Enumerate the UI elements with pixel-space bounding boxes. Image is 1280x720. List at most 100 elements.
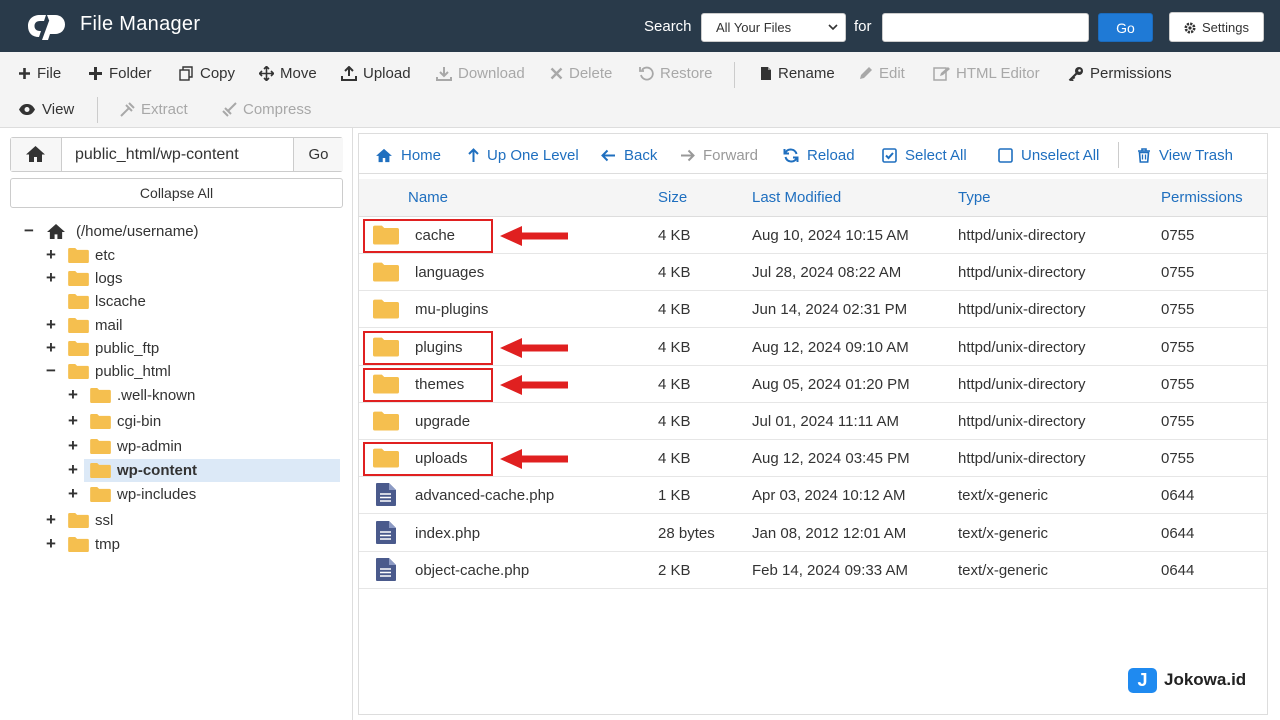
nav-back-button[interactable]: Back: [601, 145, 657, 165]
table-row[interactable]: themes 4 KB Aug 05, 2024 01:20 PM httpd/uni…: [359, 366, 1267, 403]
tree-toggle[interactable]: +: [44, 534, 58, 554]
rename-label: Rename: [778, 64, 835, 82]
compress-button[interactable]: Compress: [222, 98, 311, 120]
new-folder-button[interactable]: Folder: [88, 62, 152, 84]
nav-home-button[interactable]: Home: [375, 145, 441, 165]
collapse-all-button[interactable]: Collapse All: [10, 178, 343, 208]
table-row[interactable]: object-cache.php 2 KB Feb 14, 2024 09:33 A…: [359, 552, 1267, 589]
file-size: 4 KB: [658, 227, 691, 244]
extract-button[interactable]: Extract: [120, 98, 188, 120]
gear-icon: [1184, 22, 1196, 34]
tree-item-wp-admin[interactable]: + wp-admin: [66, 435, 182, 457]
tree-toggle[interactable]: +: [66, 385, 80, 405]
path-input[interactable]: public_html/wp-content: [75, 146, 239, 164]
tree-toggle[interactable]: +: [44, 245, 58, 265]
edit-button[interactable]: Edit: [858, 62, 905, 84]
file-text-icon: [376, 483, 396, 507]
download-button[interactable]: Download: [436, 62, 525, 84]
tree-item-lscache[interactable]: lscache: [44, 290, 146, 312]
tree-item-public-html[interactable]: − public_html: [44, 360, 171, 382]
restore-button[interactable]: Restore: [639, 62, 713, 84]
tree-item-label: wp-includes: [117, 485, 197, 503]
folder-icon: [373, 300, 399, 319]
file-name[interactable]: languages: [415, 264, 484, 281]
tree-item-well-known[interactable]: + .well-known: [66, 384, 195, 406]
tree-item-public-ftp[interactable]: + public_ftp: [44, 337, 159, 359]
tree-item-home[interactable]: − (/home/username): [22, 220, 199, 242]
tree-item-wp-content[interactable]: + wp-content: [66, 459, 197, 481]
file-name[interactable]: object-cache.php: [415, 562, 529, 579]
tree-toggle[interactable]: +: [66, 460, 80, 480]
column-size-header[interactable]: Size: [658, 189, 687, 206]
search-go-button[interactable]: Go: [1098, 13, 1153, 42]
tree-item-wp-includes[interactable]: + wp-includes: [66, 483, 196, 505]
upload-icon: [341, 65, 357, 81]
copy-button[interactable]: Copy: [179, 62, 235, 84]
table-row[interactable]: mu-plugins 4 KB Jun 14, 2024 02:31 PM httpd…: [359, 291, 1267, 329]
table-row[interactable]: uploads 4 KB Aug 12, 2024 03:45 PM httpd/un…: [359, 440, 1267, 478]
column-type-header[interactable]: Type: [958, 189, 991, 206]
tree-toggle[interactable]: +: [66, 436, 80, 456]
tree-item-logs[interactable]: + logs: [44, 267, 123, 289]
file-permissions: 0644: [1161, 487, 1195, 505]
settings-button[interactable]: Settings: [1169, 12, 1264, 42]
tree-toggle[interactable]: +: [44, 315, 58, 335]
search-scope-select[interactable]: All Your Files: [701, 13, 846, 42]
column-modified-header[interactable]: Last Modified: [752, 189, 841, 206]
home-icon: [26, 146, 45, 162]
column-name-header[interactable]: Name: [408, 189, 448, 206]
tree-toggle[interactable]: −: [22, 221, 36, 241]
nav-view-trash-button[interactable]: View Trash: [1137, 145, 1233, 165]
file-name[interactable]: advanced-cache.php: [415, 487, 554, 504]
tree-toggle[interactable]: +: [44, 338, 58, 358]
file-type: text/x-generic: [958, 487, 1049, 505]
table-row[interactable]: languages 4 KB Jul 28, 2024 08:22 AM httpd/…: [359, 254, 1267, 292]
table-row[interactable]: cache 4 KB Aug 10, 2024 10:15 AM httpd/unix…: [359, 217, 1267, 254]
rename-button[interactable]: Rename: [760, 62, 835, 84]
file-name[interactable]: mu-plugins: [415, 301, 488, 318]
tree-toggle[interactable]: +: [44, 268, 58, 288]
nav-select-all-button[interactable]: Select All: [882, 145, 967, 165]
file-name[interactable]: upgrade: [415, 413, 470, 430]
nav-forward-button[interactable]: Forward: [680, 145, 758, 165]
tree-item-mail[interactable]: + mail: [44, 314, 122, 336]
tree-item-ssl[interactable]: + ssl: [44, 509, 113, 531]
tree-item-cgi-bin[interactable]: + cgi-bin: [66, 410, 161, 432]
nav-forward-label: Forward: [703, 146, 759, 164]
folder-icon: [90, 486, 111, 502]
file-permissions: 0755: [1161, 450, 1195, 468]
new-file-button[interactable]: File: [18, 62, 61, 84]
toolbar: File Folder Copy Move Upload Download De…: [0, 52, 1280, 128]
settings-label: Settings: [1202, 20, 1249, 35]
nav-unselect-all-button[interactable]: Unselect All: [998, 145, 1099, 165]
path-go-button[interactable]: Go: [293, 138, 343, 171]
tree-item-tmp[interactable]: + tmp: [44, 533, 120, 555]
table-row[interactable]: advanced-cache.php 1 KB Apr 03, 2024 10:12…: [359, 477, 1267, 515]
path-home-button[interactable]: [11, 138, 62, 171]
column-permissions-header[interactable]: Permissions: [1161, 189, 1243, 206]
file-name[interactable]: index.php: [415, 525, 480, 542]
file-size: 4 KB: [658, 338, 691, 356]
table-row[interactable]: upgrade 4 KB Jul 01, 2024 11:11 AM httpd/un…: [359, 403, 1267, 440]
permissions-button[interactable]: Permissions: [1068, 62, 1172, 84]
file-type: httpd/unix-directory: [958, 375, 1086, 393]
app-title: File Manager: [80, 13, 201, 35]
nav-up-one-level-button[interactable]: Up One Level: [468, 145, 579, 165]
tree-item-etc[interactable]: + etc: [44, 244, 115, 266]
tree-toggle[interactable]: +: [66, 484, 80, 504]
delete-button[interactable]: Delete: [550, 62, 612, 84]
view-button[interactable]: View: [18, 98, 74, 120]
tree-toggle[interactable]: −: [44, 361, 58, 381]
table-row[interactable]: index.php 28 bytes Jan 08, 2012 12:01 AM te…: [359, 515, 1267, 552]
upload-button[interactable]: Upload: [341, 62, 411, 84]
home-icon: [376, 148, 392, 162]
html-editor-button[interactable]: HTML Editor: [933, 62, 1040, 84]
tree-toggle[interactable]: +: [66, 411, 80, 431]
restore-icon: [639, 66, 654, 80]
nav-reload-button[interactable]: Reload: [783, 145, 855, 165]
search-input[interactable]: [882, 13, 1089, 42]
move-button[interactable]: Move: [259, 62, 317, 84]
table-row[interactable]: plugins 4 KB Aug 12, 2024 09:10 AM httpd/un…: [359, 329, 1267, 366]
nav-reload-label: Reload: [807, 146, 855, 164]
tree-toggle[interactable]: +: [44, 510, 58, 530]
